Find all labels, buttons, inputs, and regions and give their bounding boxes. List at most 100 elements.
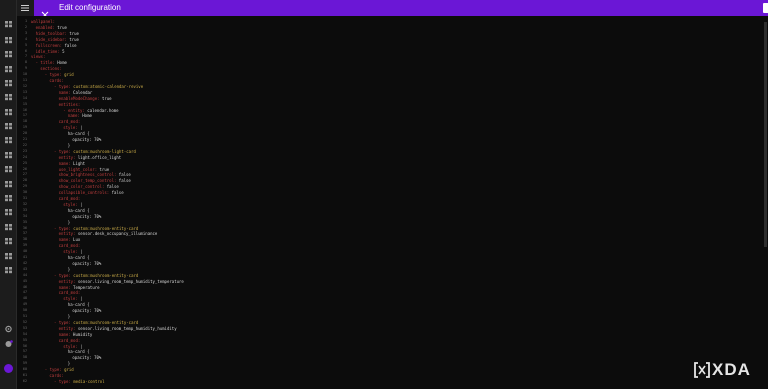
code-line: opacity: 70% (72, 308, 101, 314)
code-icon[interactable] (4, 194, 13, 202)
yaml-key: views: (31, 54, 46, 60)
map-icon[interactable] (4, 50, 13, 58)
yaml-value: media-control (70, 378, 105, 384)
yaml-value: } (67, 314, 71, 319)
yaml-value: } (67, 266, 71, 272)
editor-scrollbar[interactable] (764, 22, 767, 247)
yaml-key: cards: (49, 78, 64, 83)
page-title: Edit configuration (59, 3, 121, 12)
yaml-value: | (77, 249, 83, 255)
yaml-value: ha-card { (67, 349, 90, 355)
code-line: - type: media-control (54, 379, 105, 385)
yaml-key: card_mod: (58, 196, 81, 201)
chart-icon[interactable] (4, 151, 13, 159)
yaml-value: Temperature (70, 284, 100, 290)
yaml-key: enableModeChange: (58, 95, 100, 101)
history-icon[interactable] (4, 79, 13, 87)
menu-button[interactable] (17, 0, 34, 16)
top-app-bar: Edit configuration (17, 0, 768, 19)
yaml-key: - type: (54, 319, 71, 325)
yaml-key: style: (63, 249, 78, 255)
todo-icon[interactable] (4, 122, 13, 130)
yaml-value: Calendar (70, 89, 93, 95)
settings-icon[interactable] (4, 325, 13, 333)
sidebar (0, 0, 17, 389)
media-icon[interactable] (4, 93, 13, 101)
yaml-value: grid (61, 367, 74, 373)
yaml-value: ha-card { (67, 131, 90, 137)
save-button[interactable] (763, 3, 768, 13)
yaml-key: cards: (49, 373, 64, 378)
hacs-icon[interactable] (4, 237, 13, 245)
yaml-value: sensor.living_room_temp_humidity_humidit… (75, 325, 177, 331)
yaml-value: grid (61, 72, 74, 78)
yaml-key: entities: (58, 101, 81, 107)
close-button[interactable] (41, 4, 49, 19)
yaml-key: name: (58, 160, 71, 166)
logbook-icon[interactable] (4, 65, 13, 73)
yaml-value: Lux (70, 237, 81, 243)
yaml-value: custom:mushroom-entity-card (70, 319, 139, 325)
yaml-code-editor[interactable]: 1 2 3 4 5 6 7 8 9 10 11 12 13 14 15 16 17 18 19 20 21 22 23 24 2… (17, 16, 768, 389)
yaml-key: enabled: (35, 24, 55, 30)
user-avatar-icon[interactable] (4, 364, 13, 373)
yaml-key: entity: (58, 154, 76, 160)
yaml-value: } (67, 142, 71, 148)
yaml-key: use_light_color: (58, 166, 98, 172)
yaml-value: | (77, 201, 83, 207)
yaml-value: sensor.desk_occupancy_illuminance (75, 231, 158, 237)
search-icon[interactable] (4, 223, 13, 231)
yaml-value: Home (54, 60, 67, 66)
map-pin-icon[interactable] (4, 180, 13, 188)
yaml-value: ha-card { (67, 302, 90, 308)
yaml-value: custom:mushroom-entity-card (70, 225, 139, 231)
yaml-key: style: (63, 296, 78, 302)
yaml-value: | (77, 296, 83, 302)
yaml-value: true (66, 30, 79, 36)
dashboard-icon[interactable] (4, 20, 13, 28)
yaml-value: false (104, 184, 119, 190)
yaml-key: style: (63, 125, 78, 131)
yaml-key: entity: (58, 325, 76, 331)
yaml-value: sensor.living_room_temp_humidity_tempera… (75, 278, 184, 284)
notifications-icon[interactable] (4, 340, 13, 348)
yaml-key: hide_sidebar: (35, 36, 67, 42)
code-line: opacity: 70% (72, 261, 101, 267)
yaml-key: - entity: (63, 107, 85, 113)
yaml-value: true (99, 95, 112, 101)
menu-icon (21, 5, 29, 11)
yaml-key: - type: (54, 272, 71, 278)
yaml-key: name: (58, 89, 71, 95)
developer-tools-icon[interactable] (4, 266, 13, 274)
line-number: 62 (22, 378, 27, 383)
yaml-value: ha-card { (67, 255, 90, 260)
yaml-value: opacity: 70% (72, 137, 102, 142)
yaml-value: } (67, 219, 71, 225)
yaml-value: } (67, 361, 71, 367)
yaml-value: 5 (59, 48, 65, 54)
yaml-value: | (77, 125, 83, 131)
tools-icon[interactable] (4, 208, 13, 216)
yaml-value: true (54, 24, 67, 30)
yaml-value: custom:mushroom-entity-card (70, 272, 139, 278)
yaml-key: name: (67, 113, 80, 119)
yaml-value: light.office_light (75, 154, 122, 160)
yaml-key: - title: (35, 60, 55, 66)
shopping-list-icon[interactable] (4, 108, 13, 116)
yaml-key: - type: (54, 225, 71, 231)
terminal-icon[interactable] (4, 252, 13, 260)
xda-logo-icon (694, 362, 710, 378)
yaml-value: ha-card { (67, 207, 90, 213)
calendar-icon[interactable] (4, 165, 13, 173)
grid-icon[interactable] (4, 136, 13, 144)
yaml-key: entity: (58, 231, 76, 237)
yaml-key: - type: (44, 72, 62, 78)
yaml-key: wallpanel: (31, 19, 56, 24)
yaml-key: name: (58, 331, 71, 337)
yaml-key: show_color_control: (58, 184, 105, 190)
yaml-key: - type: (54, 148, 71, 154)
energy-icon[interactable] (4, 36, 13, 44)
yaml-value: true (66, 36, 79, 42)
yaml-value: Humidity (70, 331, 93, 337)
yaml-key: fullscreen: (35, 42, 63, 48)
